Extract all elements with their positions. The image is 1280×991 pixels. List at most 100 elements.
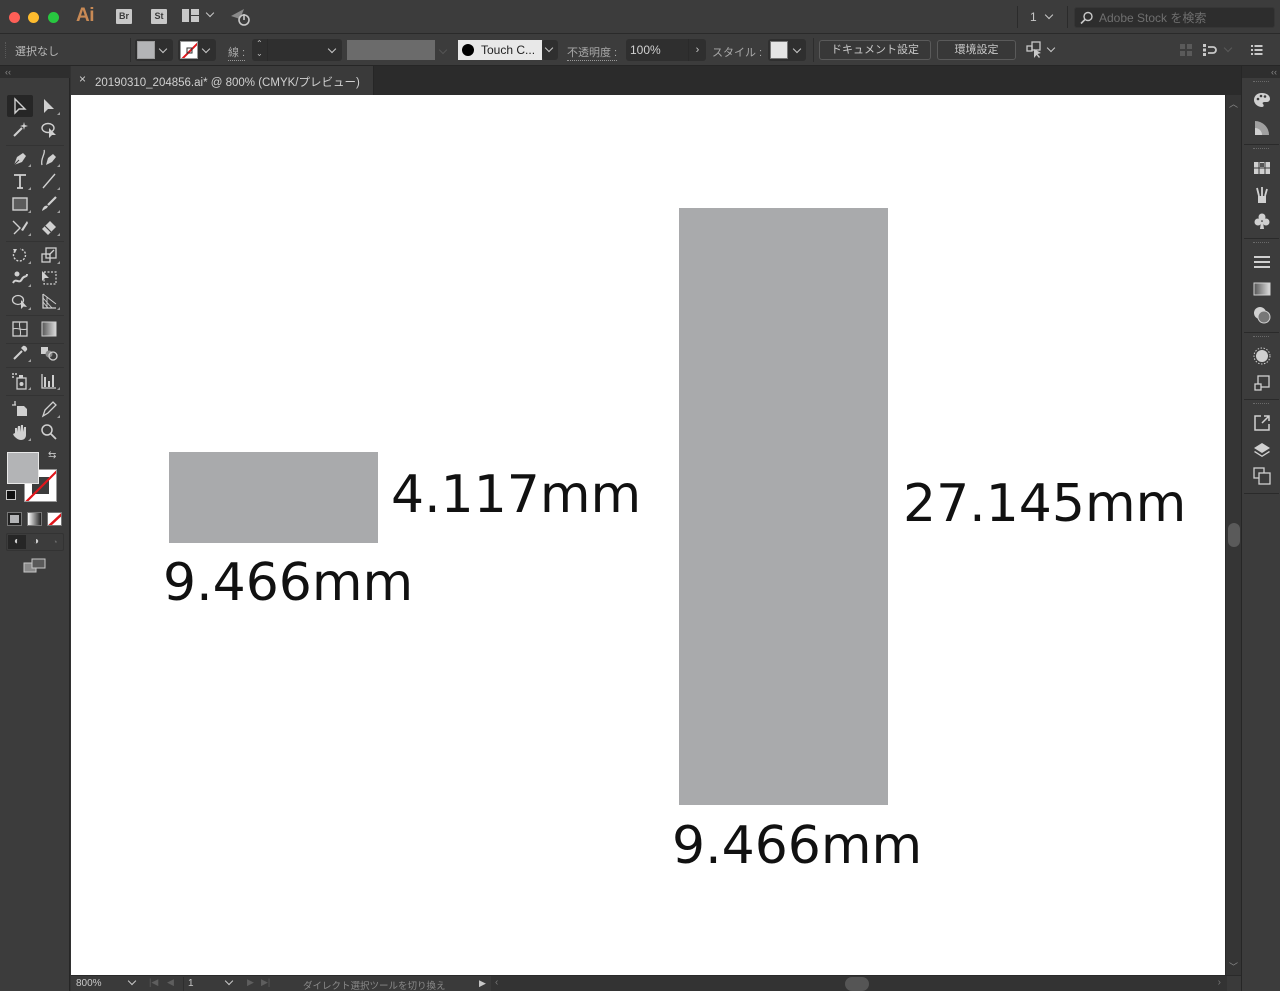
chevron-down-icon[interactable]	[205, 8, 215, 18]
shape-builder-tool[interactable]	[7, 290, 33, 312]
gradient-mode-button[interactable]	[27, 512, 42, 526]
brush-dropdown-toggle[interactable]	[542, 40, 558, 60]
transform-panel-icon[interactable]	[1202, 43, 1218, 57]
chevron-down-icon[interactable]	[327, 44, 337, 54]
select-similar-objects-icon[interactable]	[1026, 41, 1044, 59]
pen-tool[interactable]	[7, 147, 33, 169]
shaper-tool[interactable]	[7, 216, 33, 238]
selection-tool[interactable]	[7, 95, 33, 117]
fill-color-box[interactable]	[7, 452, 39, 484]
chevron-down-icon[interactable]	[1046, 43, 1056, 53]
first-artboard-icon[interactable]: |◀	[149, 977, 158, 988]
zoom-level-field[interactable]: 800%	[76, 977, 126, 991]
artboard-canvas[interactable]: 4.117mm 9.466mm 27.145mm 9.466mm	[71, 95, 1225, 975]
symbol-sprayer-tool[interactable]	[7, 370, 33, 392]
none-mode-button[interactable]	[47, 512, 62, 526]
gradient-panel-button[interactable]	[1252, 279, 1272, 299]
scroll-up-icon[interactable]: ︿	[1229, 97, 1238, 110]
zoom-tool[interactable]	[36, 421, 62, 443]
stock-search-box[interactable]	[1074, 7, 1275, 28]
last-artboard-icon[interactable]: ▶|	[261, 977, 270, 988]
stock-button[interactable]: St	[151, 9, 167, 24]
default-fill-stroke-icon[interactable]	[6, 490, 16, 500]
opacity-field[interactable]: 100% ›	[626, 39, 706, 61]
magic-wand-tool[interactable]	[7, 119, 33, 141]
increment-icon[interactable]: ⌃	[256, 39, 263, 48]
rectangle-tool[interactable]	[7, 193, 33, 215]
draw-behind-icon[interactable]: ◑	[27, 535, 45, 549]
transparency-panel-button[interactable]	[1252, 305, 1272, 325]
asset-export-panel-button[interactable]	[1252, 413, 1272, 433]
scroll-down-icon[interactable]: ﹀	[1229, 960, 1238, 973]
warp-tool[interactable]	[7, 267, 33, 289]
draw-inside-icon[interactable]: ◔	[46, 535, 64, 549]
graphic-style-dropdown[interactable]	[768, 39, 806, 61]
artboard-number-field[interactable]: 1	[183, 977, 223, 991]
gradient-tool[interactable]	[36, 318, 62, 340]
blend-tool[interactable]	[36, 342, 62, 364]
slice-tool[interactable]	[36, 398, 62, 420]
status-menu-icon[interactable]: ▶	[479, 978, 486, 989]
workspace-page-selector[interactable]: 1	[1030, 10, 1037, 24]
horizontal-scrollbar[interactable]: ‹ ›	[491, 976, 1227, 991]
collapse-dock-button[interactable]: ‹‹	[1242, 66, 1280, 78]
appearance-panel-button[interactable]	[1252, 346, 1272, 366]
artboard-tool[interactable]	[7, 398, 33, 420]
tall-rectangle-height-label[interactable]: 27.145mm	[903, 478, 1186, 530]
curvature-tool[interactable]	[36, 147, 62, 169]
panel-menu-icon[interactable]	[1251, 44, 1263, 56]
chevron-down-icon[interactable]	[438, 45, 448, 55]
screen-mode-icon[interactable]	[23, 558, 47, 574]
vertical-scrollbar[interactable]: ︿ ﹀	[1225, 95, 1241, 975]
document-tab[interactable]: × 20190310_204856.ai* @ 800% (CMYK/プレビュー…	[71, 66, 374, 95]
bridge-button[interactable]: Br	[116, 9, 132, 24]
drag-grip[interactable]	[1253, 336, 1269, 339]
draw-normal-icon[interactable]: ◐	[8, 535, 26, 549]
small-rectangle-height-label[interactable]: 4.117mm	[391, 469, 641, 521]
variable-width-profile-dropdown[interactable]	[347, 40, 435, 60]
opacity-label[interactable]: 不透明度 :	[567, 44, 618, 61]
chevron-down-icon[interactable]	[1044, 10, 1054, 20]
drag-grip[interactable]	[5, 42, 7, 58]
type-tool[interactable]	[7, 170, 33, 192]
symbols-panel-button[interactable]	[1252, 211, 1272, 231]
drag-grip[interactable]	[1253, 403, 1269, 406]
color-guide-panel-button[interactable]	[1252, 118, 1272, 138]
status-text[interactable]: ダイレクト選択ツールを切り換え	[303, 978, 446, 991]
opacity-value[interactable]: 100%	[630, 43, 661, 57]
stroke-panel-button[interactable]	[1252, 252, 1272, 272]
swap-fill-stroke-icon[interactable]: ⇆	[48, 450, 56, 461]
chevron-down-icon[interactable]	[127, 976, 137, 986]
line-segment-tool[interactable]	[36, 170, 62, 192]
chevron-down-icon[interactable]	[1223, 43, 1233, 53]
mesh-tool[interactable]	[7, 318, 33, 340]
layers-panel-button[interactable]	[1252, 440, 1272, 460]
perspective-grid-tool[interactable]	[36, 290, 62, 312]
scroll-right-icon[interactable]: ›	[1218, 977, 1221, 988]
column-graph-tool[interactable]	[36, 370, 62, 392]
free-transform-tool[interactable]	[36, 267, 62, 289]
small-rectangle[interactable]	[169, 452, 378, 543]
previous-artboard-icon[interactable]: ◀	[167, 977, 174, 988]
fill-color-dropdown[interactable]	[135, 39, 173, 61]
window-minimize-button[interactable]	[28, 12, 39, 23]
horizontal-scroll-thumb[interactable]	[845, 977, 869, 991]
next-artboard-icon[interactable]: ▶	[247, 977, 254, 988]
brush-definition-dropdown[interactable]: Touch C...	[458, 40, 542, 60]
chevron-down-icon[interactable]	[224, 976, 234, 986]
small-rectangle-width-label[interactable]: 9.466mm	[163, 557, 413, 609]
scroll-left-icon[interactable]: ‹	[495, 977, 498, 988]
eyedropper-tool[interactable]	[7, 342, 33, 364]
document-setup-button[interactable]: ドキュメント設定	[819, 40, 931, 60]
swatches-panel-button[interactable]	[1252, 158, 1272, 178]
stroke-weight-stepper[interactable]: ⌃ ⌃	[252, 39, 268, 61]
gpu-performance-icon[interactable]	[230, 7, 252, 27]
graphic-styles-panel-button[interactable]	[1252, 373, 1272, 393]
chevron-right-icon[interactable]: ›	[688, 39, 706, 61]
tall-rectangle[interactable]	[679, 208, 888, 805]
eraser-tool[interactable]	[36, 216, 62, 238]
vertical-scroll-thumb[interactable]	[1228, 523, 1240, 547]
scale-tool[interactable]	[36, 244, 62, 266]
stock-search-input[interactable]	[1099, 9, 1269, 27]
hand-tool[interactable]	[7, 421, 33, 443]
